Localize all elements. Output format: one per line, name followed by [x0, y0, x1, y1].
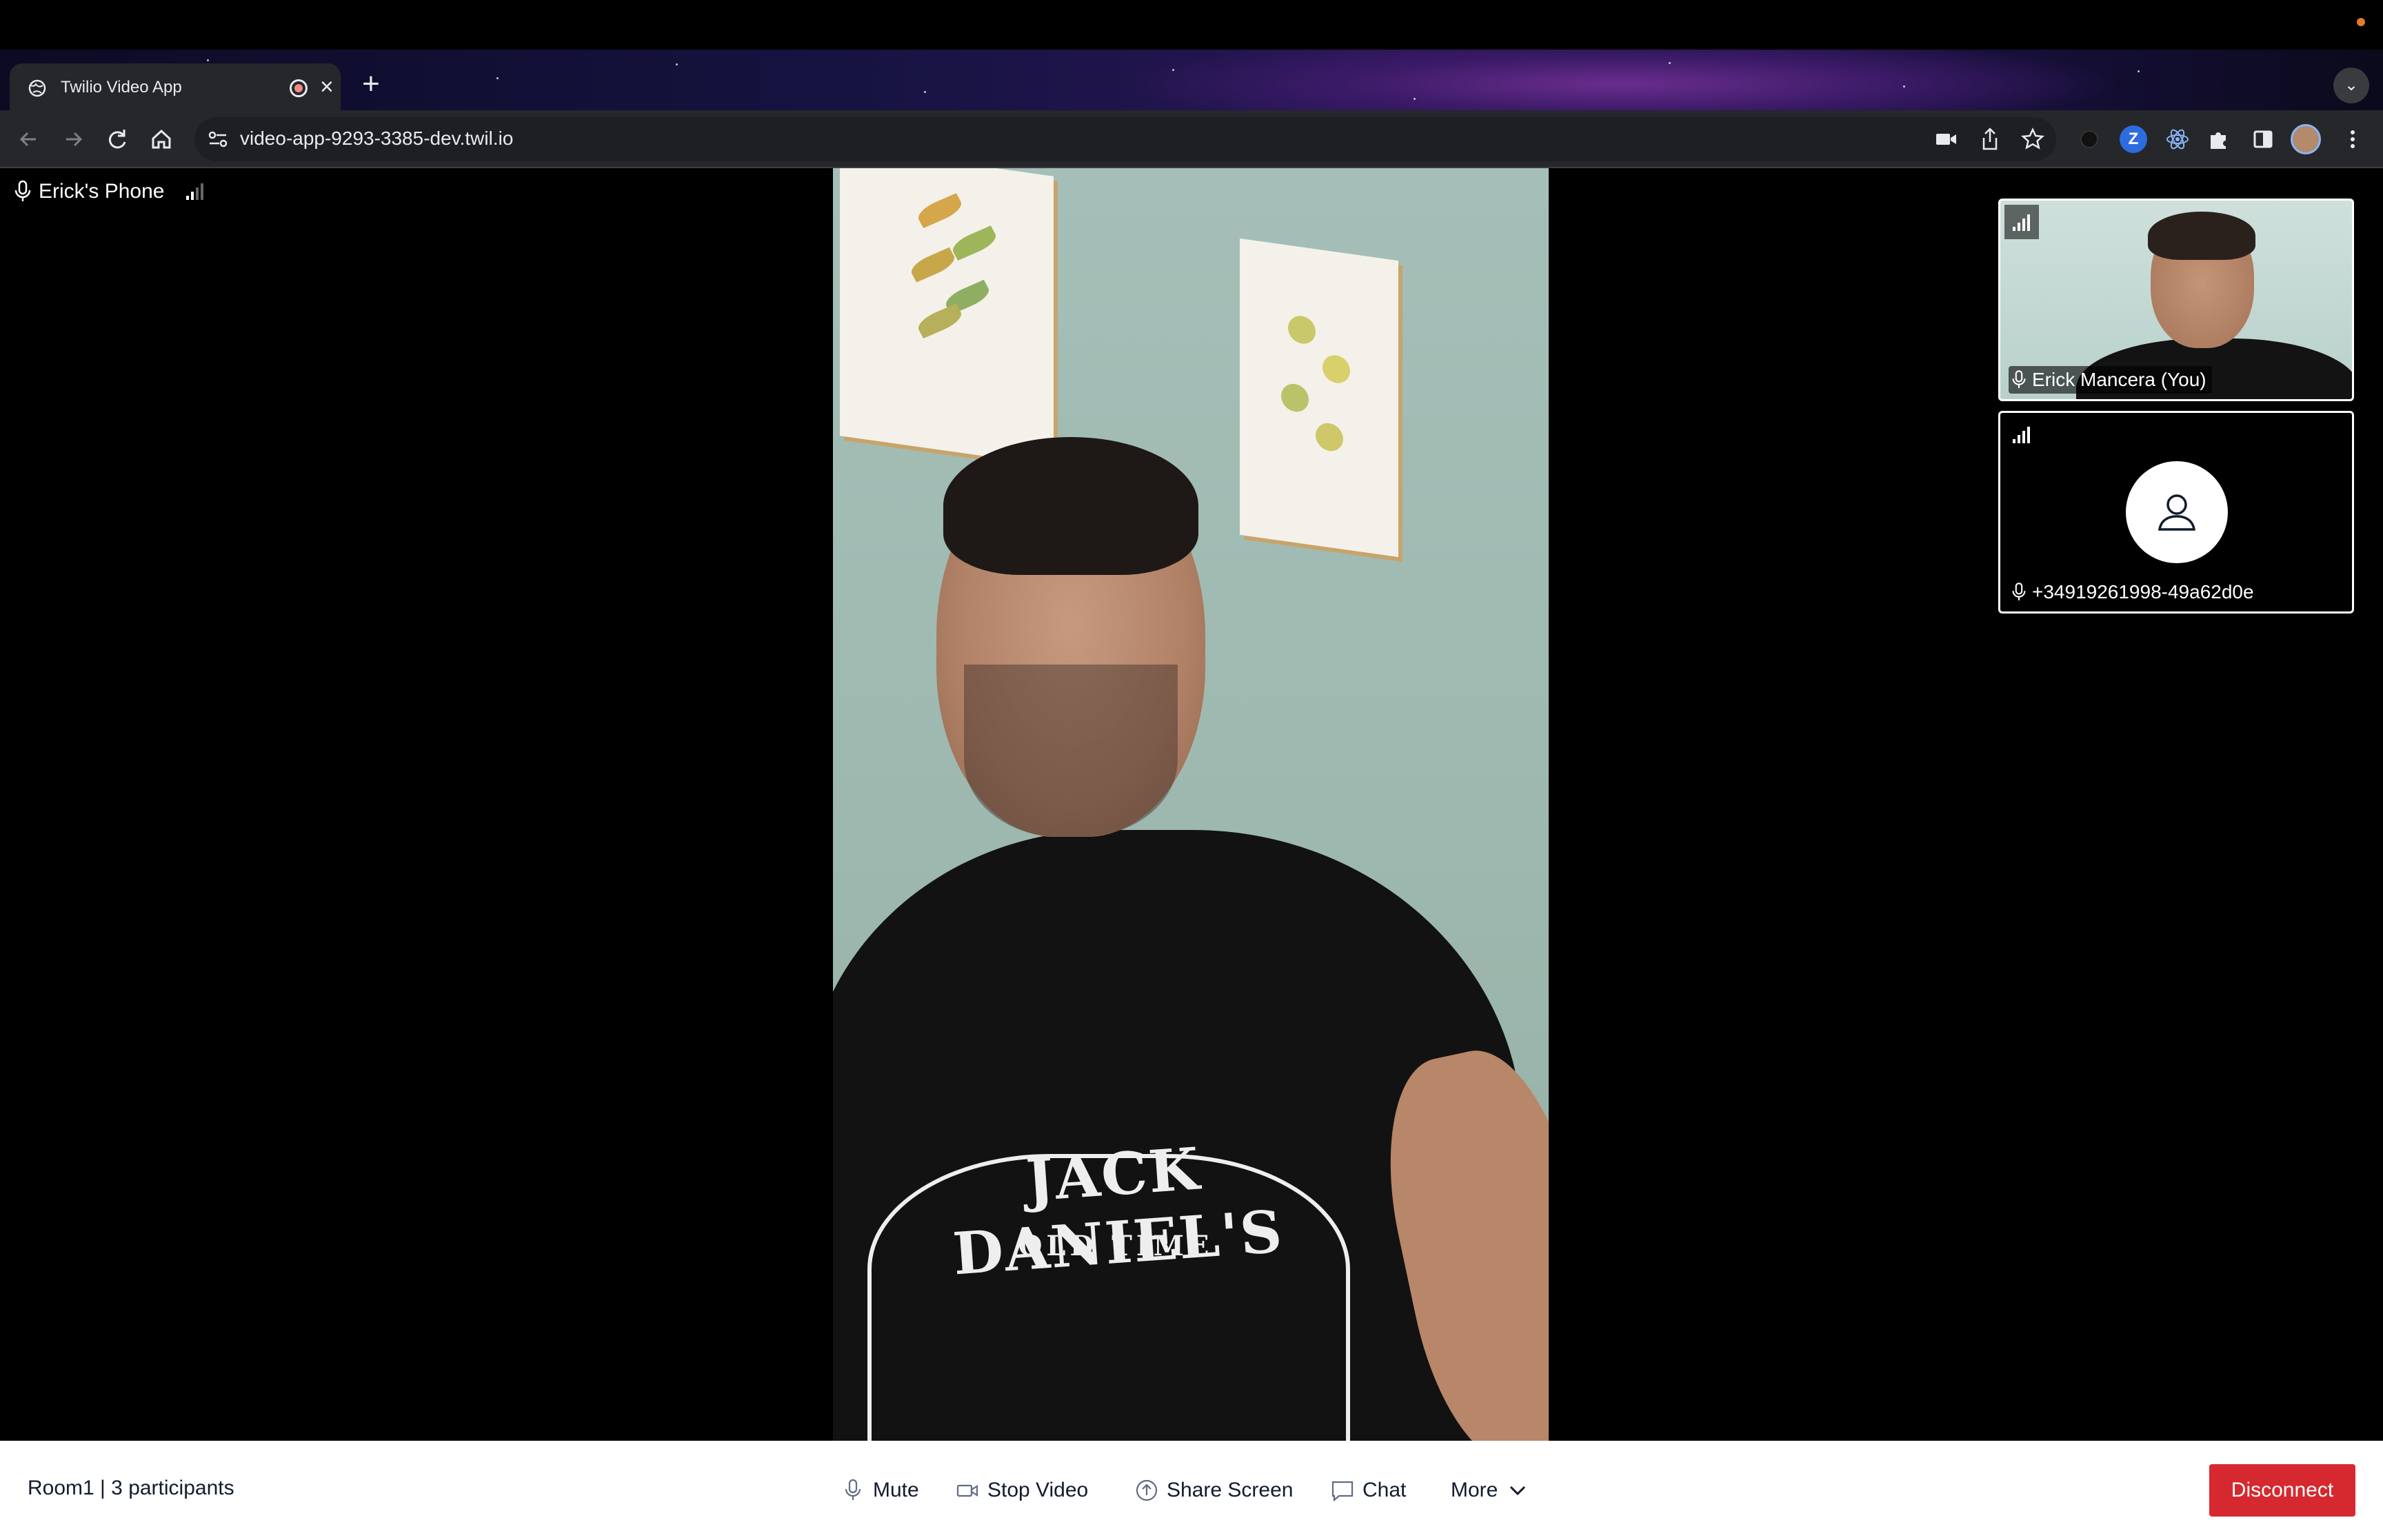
person-hair [943, 437, 1198, 575]
share-screen-icon [1136, 1479, 1158, 1501]
share-screen-label: Share Screen [1167, 1479, 1294, 1501]
participant-tile-local[interactable]: Erick Mancera (You) [1998, 199, 2354, 401]
home-icon [152, 129, 171, 149]
back-button[interactable] [14, 124, 44, 154]
share-screen-button[interactable]: Share Screen [1135, 1471, 1293, 1510]
chat-label: Chat [1363, 1479, 1407, 1501]
new-tab-button[interactable]: + [353, 68, 389, 103]
forward-button[interactable] [58, 124, 88, 154]
video-camera-icon [956, 1484, 978, 1497]
participant-name: Erick Mancera (You) [2032, 369, 2206, 390]
chat-button[interactable]: Chat [1331, 1471, 1406, 1510]
extensions-menu-button[interactable] [2204, 124, 2234, 154]
arrow-right-icon [66, 132, 83, 147]
microphone-icon [2012, 370, 2026, 388]
network-quality-icon [2004, 417, 2039, 452]
participant-label: +34919261998-49a62d0e [2009, 578, 2260, 606]
participant-name: +34919261998-49a62d0e [2032, 581, 2254, 602]
mute-label: Mute [873, 1479, 919, 1501]
tab-title: Twilio Video App [61, 78, 182, 97]
bookmark-star-icon[interactable] [2019, 125, 2047, 153]
home-button[interactable] [146, 124, 177, 154]
room-info: Room1 | 3 participants [28, 1477, 234, 1499]
recording-indicator-icon [290, 79, 308, 97]
reload-icon [108, 130, 126, 149]
participant-label: Erick Mancera (You) [2009, 366, 2212, 394]
avatar-placeholder [2126, 461, 2228, 563]
self-video-hair [2148, 212, 2255, 260]
menu-bar-strip [0, 0, 2383, 50]
microphone-icon [14, 180, 31, 201]
theme-star [1669, 62, 1671, 64]
microphone-icon [2012, 582, 2026, 600]
theme-star [207, 59, 209, 61]
theme-star [1414, 98, 1416, 100]
control-bar: Room1 | 3 participants Mute Stop Video S… [0, 1441, 2383, 1540]
user-icon [2158, 494, 2196, 531]
close-tab-icon[interactable]: × [320, 73, 334, 101]
more-label: More [1451, 1479, 1498, 1501]
puzzle-icon [2211, 132, 2226, 149]
shirt-logo-subtext: OLD TIME [1018, 1230, 1214, 1262]
main-participant-label: Erick's Phone [14, 176, 164, 207]
theme-star [676, 63, 678, 65]
disconnect-button[interactable]: Disconnect [2209, 1464, 2355, 1517]
tab-search-button[interactable]: ⌄ [2333, 68, 2369, 103]
reload-button[interactable] [102, 124, 132, 154]
theme-star [2138, 70, 2140, 72]
person-beard [964, 665, 1178, 837]
notification-dot [2357, 18, 2365, 26]
share-icon[interactable] [1976, 125, 2004, 153]
wall-art-left [840, 168, 1054, 466]
side-panel-icon [2253, 130, 2273, 148]
extension-dark-icon [2080, 130, 2098, 148]
more-button[interactable]: More [1451, 1471, 1529, 1510]
browser-toolbar: video-app-9293-3385-dev.twil.io Z [0, 110, 2383, 168]
network-quality-icon [186, 183, 203, 200]
site-settings-icon[interactable] [204, 125, 232, 153]
arrow-left-icon [19, 132, 36, 147]
stop-video-button[interactable]: Stop Video [956, 1471, 1088, 1510]
camera-in-use-icon[interactable] [1932, 125, 1960, 153]
kebab-menu-icon [2351, 130, 2355, 148]
main-participant-video: JACK DANIEL'S OLD TIME [833, 168, 1549, 1441]
main-participant-name: Erick's Phone [39, 180, 165, 203]
wall-art-right [1240, 238, 1398, 558]
profile-avatar[interactable] [2291, 124, 2321, 154]
globe-icon [28, 79, 46, 97]
participant-tile-remote[interactable]: +34919261998-49a62d0e [1998, 411, 2354, 614]
video-stage: Erick's Phone JACK DANIEL'S OLD TIME Eri… [0, 168, 2383, 1441]
address-bar[interactable]: video-app-9293-3385-dev.twil.io [194, 117, 2056, 161]
side-panel-button[interactable] [2248, 124, 2278, 154]
react-icon [2166, 129, 2189, 150]
mute-button[interactable]: Mute [841, 1471, 919, 1510]
theme-star [924, 91, 926, 93]
theme-star [1903, 85, 1905, 88]
chat-bubble-icon [1331, 1481, 1354, 1502]
z-extension-icon[interactable]: Z [2120, 125, 2147, 153]
theme-star [496, 77, 499, 79]
chevron-down-icon [1510, 1486, 1526, 1496]
microphone-icon [845, 1479, 861, 1500]
stop-video-label: Stop Video [987, 1479, 1089, 1501]
extension-button[interactable] [2074, 124, 2104, 154]
active-tab[interactable]: Twilio Video App × [10, 63, 341, 112]
url-text[interactable]: video-app-9293-3385-dev.twil.io [240, 128, 513, 150]
react-devtools-button[interactable] [2162, 124, 2193, 154]
browser-tab-bar: Twilio Video App × + ⌄ [0, 50, 2383, 112]
browser-menu-button[interactable] [2337, 124, 2368, 154]
theme-star [1172, 69, 1174, 71]
network-quality-icon [2004, 205, 2039, 239]
